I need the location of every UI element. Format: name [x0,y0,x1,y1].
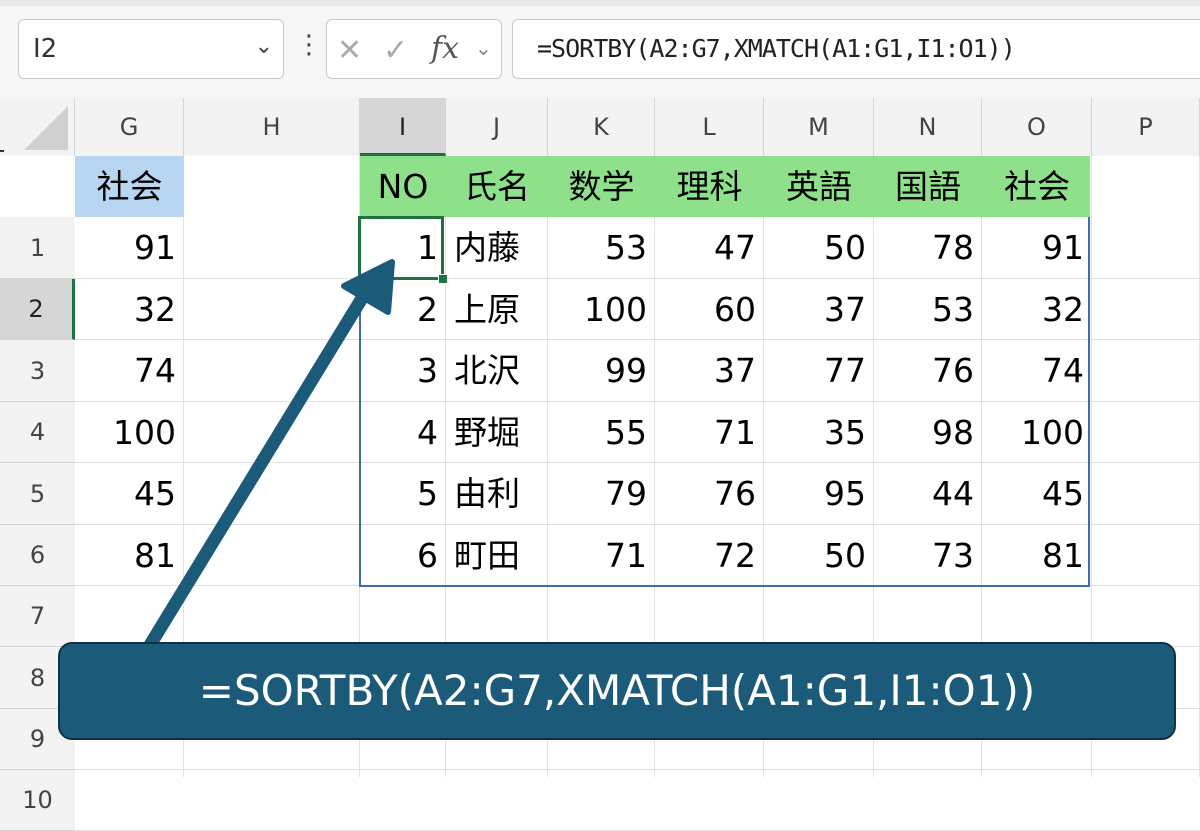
chevron-down-icon[interactable]: ⌄ [255,34,273,59]
select-all-triangle-icon [24,106,68,150]
row-header-7[interactable]: 7 [0,586,75,647]
formula-input[interactable]: =SORTBY(A2:G7,XMATCH(A1:G1,I1:O1)) [512,19,1200,79]
column-header-O[interactable]: O [982,98,1092,156]
cell-G2[interactable]: 91 [75,217,184,279]
table-header-O[interactable]: 社会 [982,156,1092,217]
enter-icon[interactable]: ✓ [383,33,408,68]
cancel-icon[interactable]: ✕ [337,33,362,68]
more-options-icon[interactable]: ⋮ [296,30,322,60]
table-header-N[interactable]: 国語 [874,156,982,217]
active-cell-outline [358,216,444,280]
column-header-G[interactable]: G [75,98,184,156]
grid-row-line [75,769,1200,770]
column-header-N[interactable]: N [874,98,982,156]
column-header-H[interactable]: H [184,98,360,156]
table-border [359,217,1090,587]
cell-G5[interactable]: 100 [75,402,184,463]
insert-function-button[interactable]: fx [431,31,459,66]
table-header-I[interactable]: NO [360,156,446,217]
fill-handle[interactable] [438,274,448,284]
formula-bar-area: I2 ⌄ ⋮ ✕ ✓ fx ⌄ =SORTBY(A2:G7,XMATCH(A1:… [0,0,1200,98]
cell-G7[interactable]: 81 [75,525,184,586]
table-header-L[interactable]: 理科 [655,156,764,217]
cell-G1[interactable]: 社会 [75,156,184,217]
table-header-K[interactable]: 数学 [548,156,655,217]
column-header-M[interactable]: M [764,98,874,156]
cursor-mark [0,150,4,152]
formula-text: =SORTBY(A2:G7,XMATCH(A1:G1,I1:O1)) [537,34,1016,63]
formula-callout: =SORTBY(A2:G7,XMATCH(A1:G1,I1:O1)) [58,642,1176,740]
name-box-value: I2 [33,34,58,64]
column-header-L[interactable]: L [655,98,764,156]
row-header-4[interactable]: 4 [0,402,75,463]
column-header-K[interactable]: K [548,98,655,156]
select-all-button[interactable] [0,98,75,156]
name-box[interactable]: I2 ⌄ [18,19,284,79]
row-header-2[interactable]: 2 [0,279,75,340]
column-header-I[interactable]: I [360,98,446,156]
row-header-10[interactable]: 10 [0,770,75,831]
column-header-P[interactable]: P [1092,98,1200,156]
row-header-3[interactable]: 3 [0,340,75,402]
table-header-J[interactable]: 氏名 [446,156,548,217]
row-header-6[interactable]: 6 [0,525,75,586]
cell-G6[interactable]: 45 [75,463,184,525]
ribbon-edge [0,0,1200,6]
cell-G3[interactable]: 32 [75,279,184,340]
chevron-down-icon[interactable]: ⌄ [475,36,492,60]
cell-G4[interactable]: 74 [75,340,184,402]
row-header-1[interactable]: 1 [0,217,75,279]
callout-text: =SORTBY(A2:G7,XMATCH(A1:G1,I1:O1)) [198,666,1036,715]
formula-buttons: ✕ ✓ fx ⌄ [326,19,502,79]
row-header-5[interactable]: 5 [0,463,75,525]
table-header-M[interactable]: 英語 [764,156,874,217]
column-header-J[interactable]: J [446,98,548,156]
